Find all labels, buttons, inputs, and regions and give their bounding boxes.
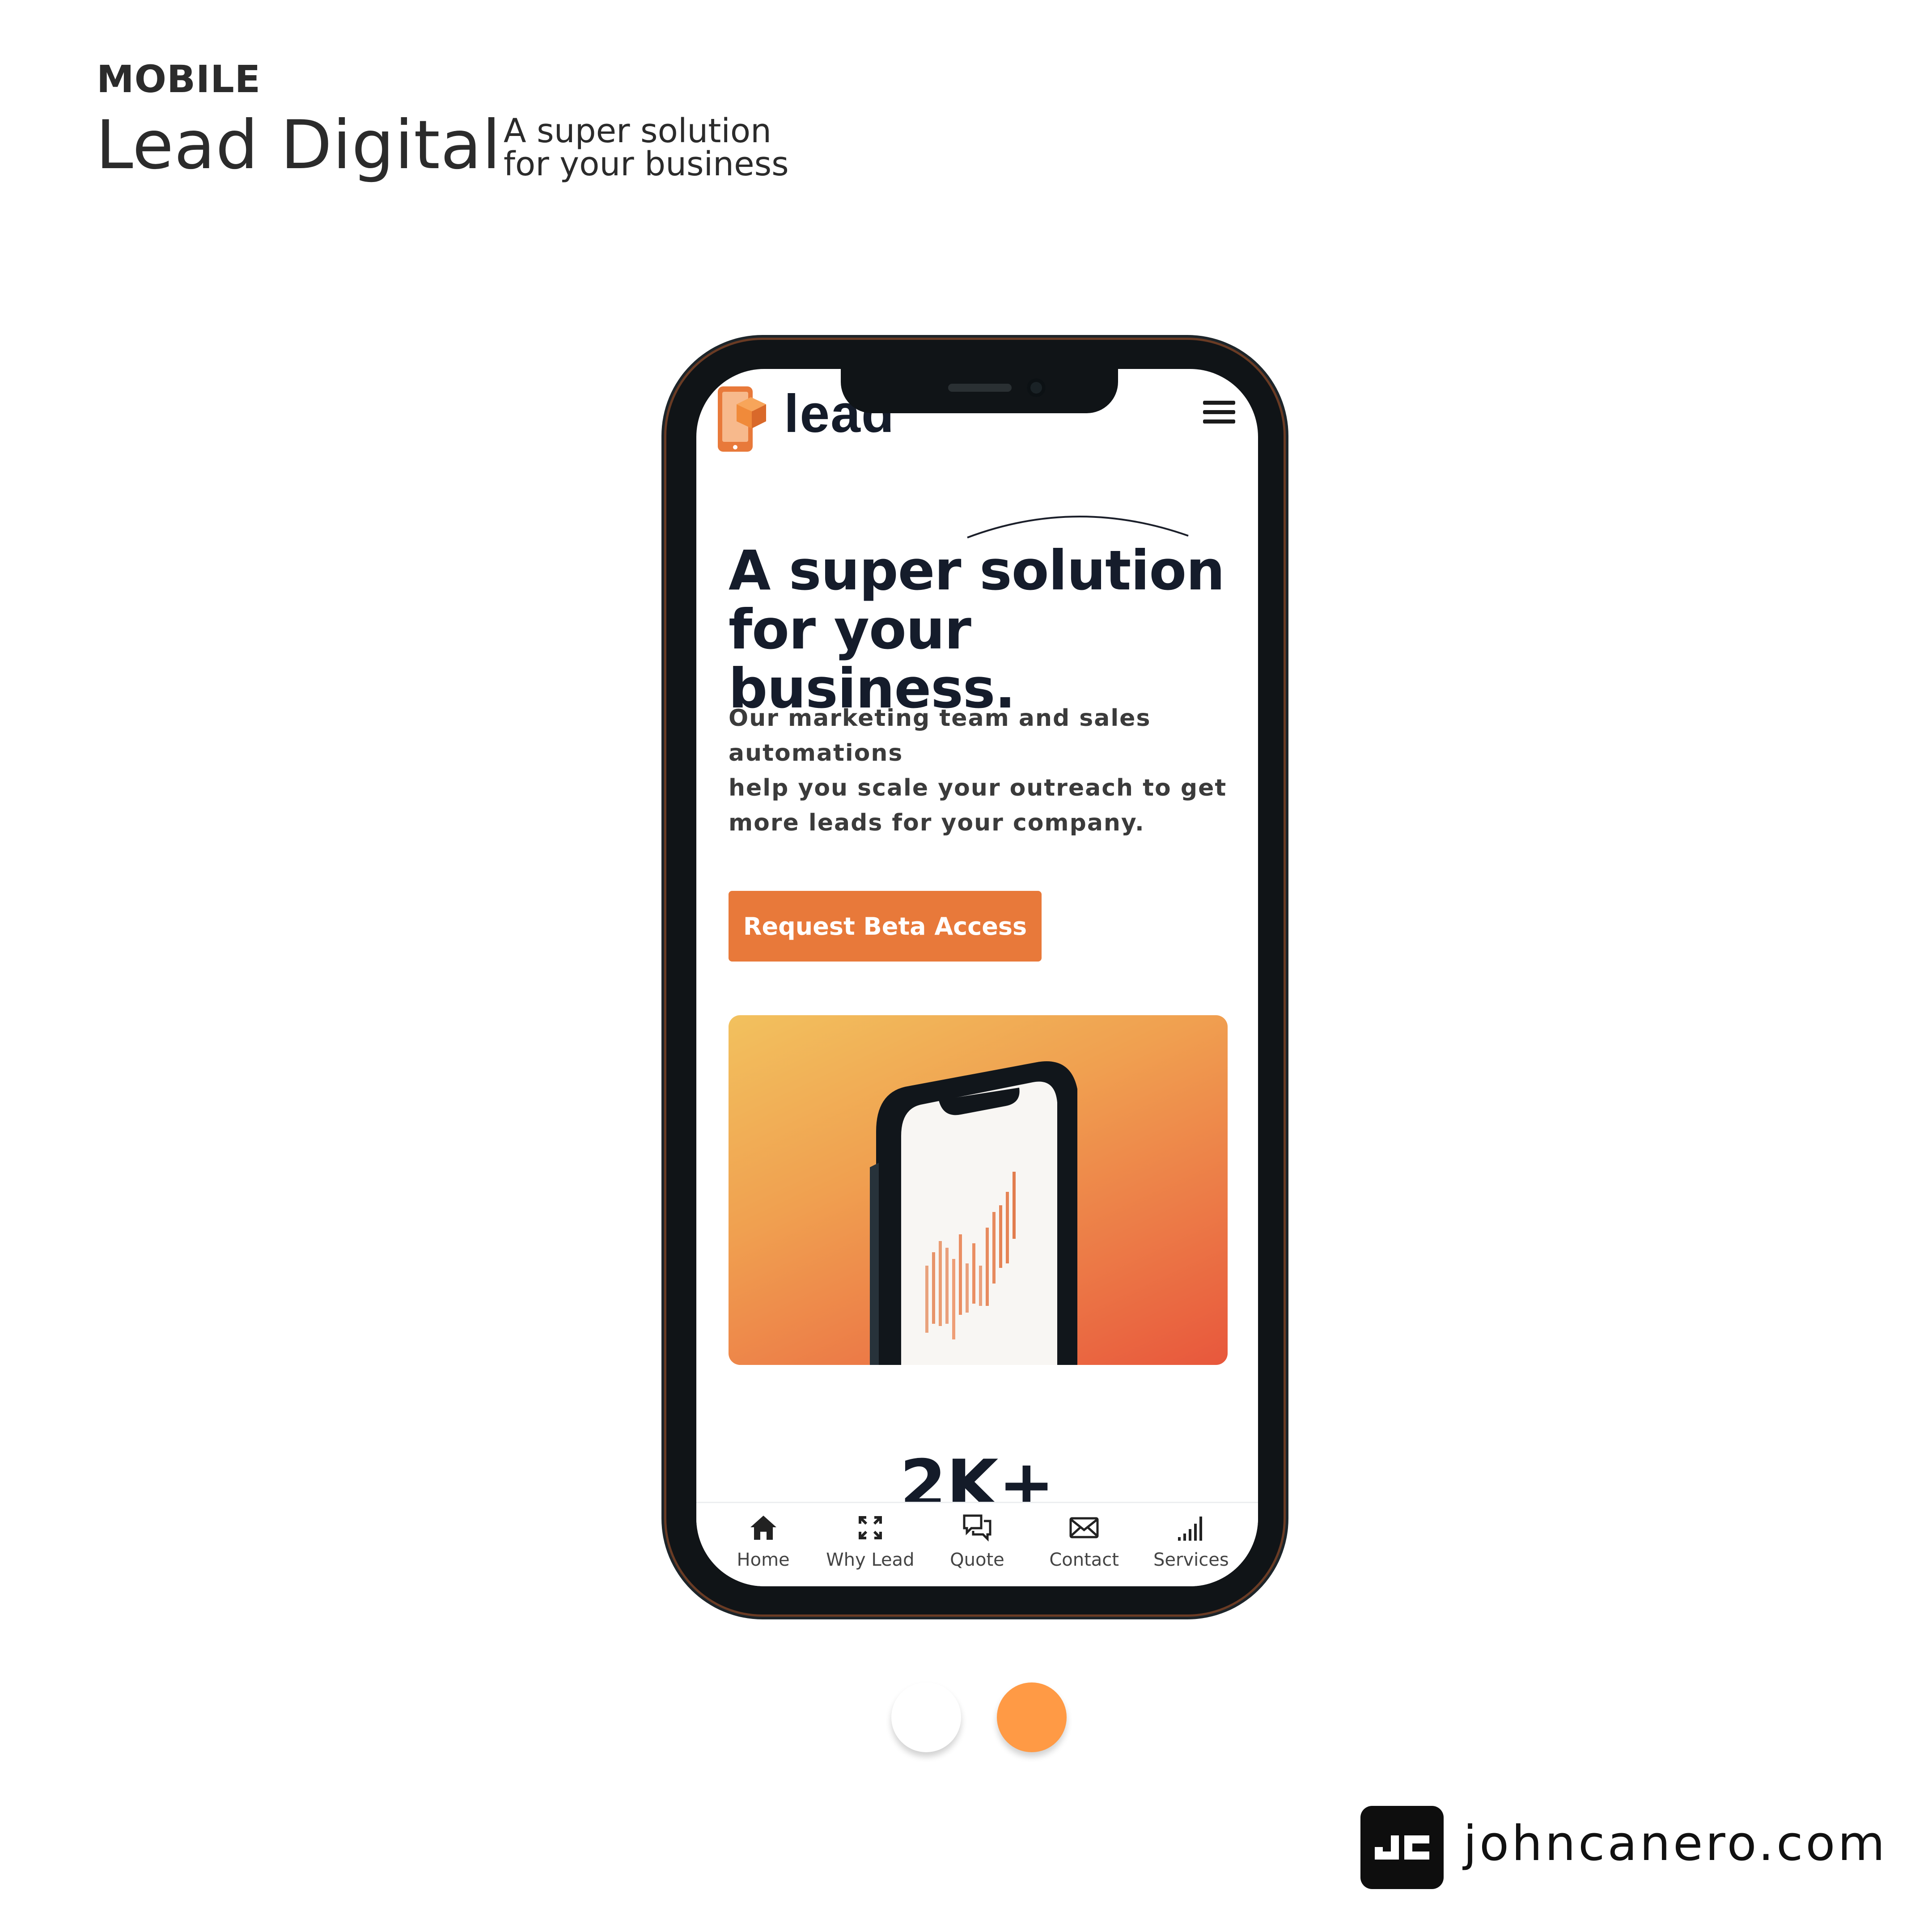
hero-body-line: more leads for your company. [729,809,1145,836]
color-swatch-orange[interactable] [997,1682,1067,1752]
hamburger-menu-icon[interactable] [1203,401,1235,424]
bottom-nav: Home Why Lead Quote Contact Services [696,1502,1258,1586]
nav-item-quote[interactable]: Quote [928,1512,1026,1570]
nav-label: Why Lead [826,1550,915,1570]
hero-title: A super solution for your business. [729,541,1238,718]
nav-item-why-lead[interactable]: Why Lead [821,1512,919,1570]
phone-speaker [948,384,1012,392]
hero-body-line: Our marketing team and sales [729,705,1151,732]
home-icon [750,1516,776,1540]
hero-description: Our marketing team and sales automations… [729,701,1229,840]
phone-camera [1027,378,1046,397]
nav-item-services[interactable]: Services [1142,1512,1240,1570]
envelope-icon [1069,1517,1099,1538]
hero-title-line: A super solution [729,539,1225,602]
nav-label: Quote [950,1550,1004,1570]
nav-label: Home [737,1550,790,1570]
nav-item-home[interactable]: Home [714,1512,813,1570]
footer-website[interactable]: johncanero.com [1463,1816,1888,1872]
tagline-line: A super solution [504,112,772,150]
signal-bars-icon [1178,1517,1203,1541]
color-swatch-white[interactable] [891,1682,961,1752]
nav-label: Contact [1049,1550,1119,1570]
request-beta-access-button[interactable]: Request Beta Access [729,891,1042,962]
phone-screen: lead A super solution for your business.… [696,369,1258,1586]
hero-body-line: help you scale your outreach to get [729,775,1227,801]
nav-label: Services [1153,1550,1229,1570]
jc-logo-icon [1360,1806,1444,1889]
section-eyebrow: MOBILE [97,57,261,101]
hero-body-line: automations [729,740,903,767]
chat-icon [963,1514,991,1542]
lead-logo-icon[interactable] [716,385,770,454]
project-title: Lead Digital [96,106,501,184]
project-tagline: A super solution for your business [504,114,817,181]
hero-phone-illustration [870,1061,1077,1365]
hero-phone-image [729,1015,1228,1365]
nav-item-contact[interactable]: Contact [1035,1512,1133,1570]
tagline-line: for your business [504,145,789,183]
expand-icon [858,1516,882,1539]
